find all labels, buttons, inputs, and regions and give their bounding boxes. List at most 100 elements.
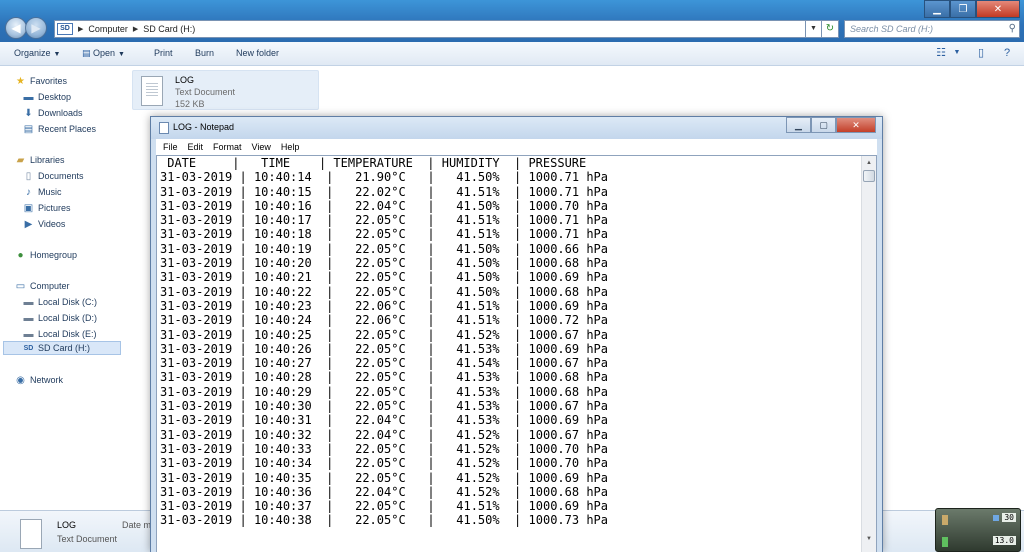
log-temperature: 22.05°C bbox=[355, 270, 406, 285]
menu-format[interactable]: Format bbox=[213, 142, 242, 152]
back-arrow-icon[interactable]: ◀ bbox=[5, 17, 27, 39]
nav-local-disk-c[interactable]: ▬ Local Disk (C:) bbox=[22, 295, 98, 309]
help-icon[interactable]: ? bbox=[1000, 46, 1014, 60]
notepad-close-button[interactable]: ✕ bbox=[836, 117, 876, 133]
column-separator: | bbox=[499, 413, 529, 428]
log-line: 31-03-2019 | 10:40:38 | 22.05°C | 41.50%… bbox=[160, 513, 860, 527]
log-date: 31-03-2019 bbox=[160, 441, 233, 456]
column-separator: | bbox=[232, 341, 254, 356]
nav-local-disk-e[interactable]: ▬ Local Disk (E:) bbox=[22, 327, 97, 341]
nav-label: Downloads bbox=[38, 108, 83, 118]
notepad-window[interactable]: LOG - Notepad ▁ ▢ ✕ File Edit Format Vie… bbox=[150, 116, 883, 552]
log-pressure: 1000.67 hPa bbox=[528, 327, 608, 342]
nav-homegroup[interactable]: ● Homegroup bbox=[14, 248, 77, 262]
new-folder-button[interactable]: New folder bbox=[236, 48, 279, 58]
nav-videos[interactable]: ▶ Videos bbox=[22, 217, 66, 231]
column-separator: | bbox=[499, 356, 529, 371]
nav-music[interactable]: ♪ Music bbox=[22, 185, 62, 199]
column-separator: | bbox=[405, 298, 457, 313]
log-line: 31-03-2019 | 10:40:18 | 22.05°C | 41.51%… bbox=[160, 227, 860, 241]
navigation-pane: ★ Favorites ▬ Desktop ⬇ Downloads ▤ Recent P… bbox=[0, 67, 128, 510]
column-separator: | bbox=[232, 427, 254, 442]
log-pressure: 1000.69 hPa bbox=[528, 298, 608, 313]
nav-computer[interactable]: ▭ Computer bbox=[14, 279, 70, 293]
pictures-icon: ▣ bbox=[23, 202, 34, 214]
notepad-maximize-button[interactable]: ▢ bbox=[811, 117, 836, 133]
scroll-up-icon[interactable]: ▲ bbox=[862, 156, 876, 170]
preview-pane-icon[interactable]: ▯ bbox=[974, 46, 988, 60]
breadcrumb-computer[interactable]: Computer bbox=[88, 24, 128, 34]
column-separator: | bbox=[232, 241, 254, 256]
log-date: 31-03-2019 bbox=[160, 198, 233, 213]
refresh-icon[interactable]: ↻ bbox=[821, 20, 839, 38]
breadcrumb-sd-card[interactable]: SD Card (H:) bbox=[143, 24, 195, 34]
notepad-edit-area[interactable]: DATE | TIME | TEMPERATURE | HUMIDITY | P… bbox=[156, 155, 877, 552]
log-line: 31-03-2019 | 10:40:20 | 22.05°C | 41.50%… bbox=[160, 256, 860, 270]
log-line: 31-03-2019 | 10:40:33 | 22.05°C | 41.52%… bbox=[160, 442, 860, 456]
log-date: 31-03-2019 bbox=[160, 413, 233, 428]
notepad-minimize-button[interactable]: ▁ bbox=[786, 117, 811, 133]
column-separator: | bbox=[311, 513, 356, 528]
view-options-icon[interactable]: ☷ bbox=[934, 46, 948, 60]
burn-button[interactable]: Burn bbox=[195, 48, 214, 58]
nav-pictures[interactable]: ▣ Pictures bbox=[22, 201, 71, 215]
nav-recent-places[interactable]: ▤ Recent Places bbox=[22, 122, 96, 136]
open-button[interactable]: ▤ Open ▼ bbox=[82, 48, 125, 59]
forward-arrow-icon[interactable]: ▶ bbox=[25, 17, 47, 39]
log-date: 31-03-2019 bbox=[160, 341, 233, 356]
log-humidity: 41.51% bbox=[456, 499, 500, 514]
log-date: 31-03-2019 bbox=[160, 370, 233, 385]
log-line: 31-03-2019 | 10:40:16 | 22.04°C | 41.50%… bbox=[160, 199, 860, 213]
organize-button[interactable]: Organize ▼ bbox=[14, 48, 60, 58]
vertical-scrollbar[interactable]: ▲ ▼ bbox=[861, 156, 876, 552]
nav-local-disk-d[interactable]: ▬ Local Disk (D:) bbox=[22, 311, 98, 325]
nav-network[interactable]: ◉ Network bbox=[14, 373, 63, 387]
drive-icon: ▬ bbox=[23, 296, 34, 308]
notepad-text[interactable]: DATE | TIME | TEMPERATURE | HUMIDITY | P… bbox=[160, 156, 860, 552]
scroll-thumb[interactable] bbox=[863, 170, 875, 182]
log-temperature: 22.04°C bbox=[355, 198, 406, 213]
desktop-gadget[interactable]: 30 13.0 bbox=[935, 508, 1021, 552]
column-separator: | bbox=[311, 198, 356, 213]
menu-view[interactable]: View bbox=[252, 142, 271, 152]
minimize-button[interactable]: ▁ bbox=[924, 0, 950, 18]
log-time: 10:40:33 bbox=[253, 441, 312, 456]
maximize-button[interactable]: ❐ bbox=[950, 0, 976, 18]
print-button[interactable]: Print bbox=[154, 48, 173, 58]
column-separator: | bbox=[405, 484, 457, 499]
gadget-bottom-value: 13.0 bbox=[992, 536, 1016, 545]
nav-favorites[interactable]: ★ Favorites bbox=[14, 74, 67, 88]
log-date: 31-03-2019 bbox=[160, 327, 233, 342]
log-temperature: 22.05°C bbox=[355, 513, 406, 528]
log-humidity: 41.52% bbox=[456, 427, 500, 442]
menu-file[interactable]: File bbox=[163, 142, 178, 152]
search-input[interactable]: Search SD Card (H:) ⚲ bbox=[844, 20, 1020, 38]
menu-help[interactable]: Help bbox=[281, 142, 300, 152]
column-separator: | bbox=[405, 198, 457, 213]
column-separator: | bbox=[405, 399, 457, 414]
scroll-down-icon[interactable]: ▼ bbox=[862, 532, 876, 546]
menu-edit[interactable]: Edit bbox=[188, 142, 204, 152]
download-icon: ⬇ bbox=[24, 107, 33, 119]
file-item-log[interactable]: LOG Text Document 152 KB bbox=[132, 70, 319, 110]
status-icon bbox=[993, 515, 999, 521]
address-dropdown-button[interactable]: ▼ bbox=[806, 20, 822, 38]
close-button[interactable]: ✕ bbox=[976, 0, 1020, 18]
chevron-down-icon[interactable]: ▼ bbox=[950, 46, 964, 60]
search-icon[interactable]: ⚲ bbox=[1009, 23, 1016, 34]
nav-documents[interactable]: ▯ Documents bbox=[22, 169, 84, 183]
log-line: 31-03-2019 | 10:40:37 | 22.05°C | 41.51%… bbox=[160, 499, 860, 513]
command-bar: Organize ▼ ▤ Open ▼ Print Burn New folder … bbox=[0, 42, 1024, 66]
column-separator: | bbox=[311, 270, 356, 285]
sd-card-icon: SD bbox=[23, 344, 34, 352]
nav-desktop[interactable]: ▬ Desktop bbox=[22, 90, 72, 104]
nav-downloads[interactable]: ⬇ Downloads bbox=[22, 106, 83, 120]
notepad-menu-bar: File Edit Format View Help bbox=[156, 139, 877, 155]
log-line: 31-03-2019 | 10:40:25 | 22.05°C | 41.52%… bbox=[160, 328, 860, 342]
address-bar[interactable]: SD ▶ Computer ▶ SD Card (H:) bbox=[54, 20, 806, 38]
column-separator: | bbox=[405, 413, 457, 428]
nav-libraries[interactable]: ▰ Libraries bbox=[14, 153, 65, 167]
notepad-title-bar[interactable]: LOG - Notepad ▁ ▢ ✕ bbox=[151, 117, 882, 139]
nav-sd-card[interactable]: SD SD Card (H:) bbox=[3, 341, 121, 355]
column-separator: | bbox=[232, 441, 254, 456]
